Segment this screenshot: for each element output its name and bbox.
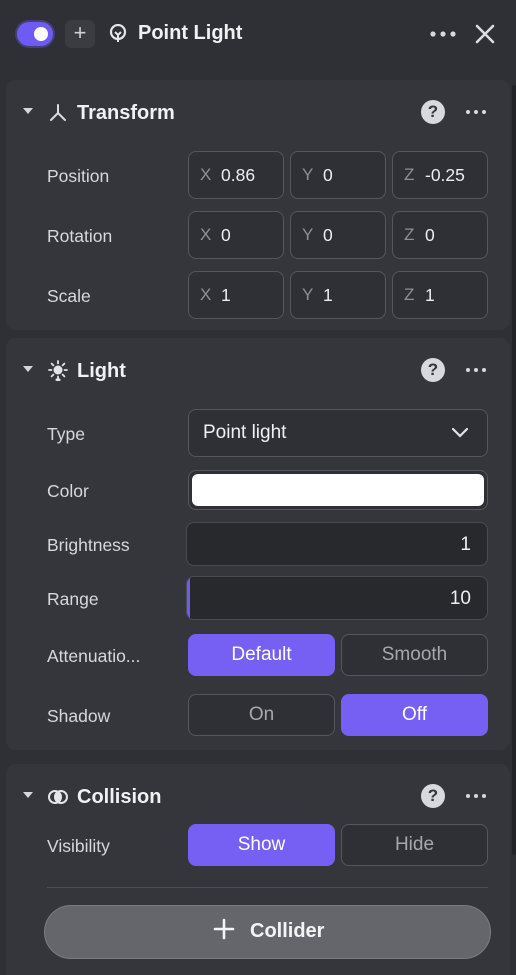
field-value: 0.86 [221,165,256,185]
help-icon[interactable]: ? [421,100,445,124]
position-y-field[interactable]: Y 0 [290,151,386,199]
light-icon [48,360,68,381]
transform-section: Transform ? Position X 0.86 Y 0 Z -0.25 … [6,80,510,330]
attenuation-default-button[interactable]: Default [188,634,335,676]
rotation-label: Rotation [47,226,113,246]
scale-z-field[interactable]: Z 1 [392,271,488,319]
field-value: 1 [323,285,333,305]
range-slider-field[interactable]: 10 [186,576,488,620]
collapse-caret-icon[interactable] [23,108,33,114]
rotation-z-field[interactable]: Z 0 [392,211,488,259]
field-value: 0 [221,225,231,245]
color-swatch[interactable] [188,470,488,510]
add-collider-button[interactable]: Collider [44,905,491,959]
shadow-off-button[interactable]: Off [341,694,488,736]
axis-label: Y [302,225,314,244]
more-icon[interactable] [465,105,487,119]
divider [47,887,488,888]
field-value: 0 [323,165,333,185]
axis-label: X [200,285,212,304]
field-value: 1 [221,285,231,305]
attenuation-smooth-button[interactable]: Smooth [341,634,488,676]
axis-label: Z [404,285,415,304]
scale-y-field[interactable]: Y 1 [290,271,386,319]
add-collider-label: Collider [250,920,325,942]
field-value: 10 [449,588,471,609]
enable-toggle[interactable] [17,22,53,46]
collision-header[interactable]: Collision ? [6,764,510,828]
light-header[interactable]: Light ? [6,338,510,402]
shadow-label: Shadow [47,706,111,726]
position-z-field[interactable]: Z -0.25 [392,151,488,199]
field-value: 0 [425,225,435,245]
transform-header[interactable]: Transform ? [6,80,510,144]
type-label: Type [47,424,85,444]
toggle-knob [34,27,48,41]
bulb-icon [109,24,127,42]
collision-icon [48,790,68,804]
chevron-down-icon [451,427,469,438]
field-value: 0 [323,225,333,245]
light-type-dropdown[interactable]: Point light [188,409,488,457]
more-icon[interactable] [429,26,457,42]
rotation-x-field[interactable]: X 0 [188,211,284,259]
visibility-label: Visibility [47,836,110,856]
more-icon[interactable] [465,363,487,377]
position-label: Position [47,166,110,186]
help-icon[interactable]: ? [421,784,445,808]
panel-header: + Point Light [0,0,516,68]
dropdown-value: Point light [203,422,287,443]
add-component-button[interactable]: + [65,20,95,48]
collapse-caret-icon[interactable] [23,792,33,798]
axis-label: Y [302,285,314,304]
axis-label: Z [404,165,415,184]
axis-label: X [200,225,212,244]
shadow-on-button[interactable]: On [188,694,335,736]
field-value: 1 [425,285,435,305]
axis-label: X [200,165,212,184]
rotation-y-field[interactable]: Y 0 [290,211,386,259]
scale-x-field[interactable]: X 1 [188,271,284,319]
color-swatch-fill [192,474,484,506]
collision-section: Collision ? Visibility Show Hide Collide… [6,764,510,975]
more-icon[interactable] [465,789,487,803]
range-fill-bar [187,577,191,619]
visibility-show-button[interactable]: Show [188,824,335,866]
light-section: Light ? Type Point light Color Brightnes… [6,338,510,750]
brightness-field[interactable]: 1 [186,522,488,566]
attenuation-label: Attenuatio... [47,646,141,666]
transform-icon [50,104,66,121]
plus-icon [213,918,235,940]
scale-label: Scale [47,286,91,306]
light-title: Light [77,360,126,382]
field-value: 1 [460,534,471,555]
scrollbar[interactable] [512,85,516,855]
axis-label: Y [302,165,314,184]
close-icon[interactable] [473,22,497,46]
page-title: Point Light [138,22,243,44]
position-x-field[interactable]: X 0.86 [188,151,284,199]
color-label: Color [47,481,89,501]
help-icon[interactable]: ? [421,358,445,382]
axis-label: Z [404,225,415,244]
field-value: -0.25 [425,165,465,185]
visibility-hide-button[interactable]: Hide [341,824,488,866]
transform-title: Transform [77,102,175,124]
collapse-caret-icon[interactable] [23,366,33,372]
collision-title: Collision [77,786,162,808]
range-label: Range [47,589,99,609]
brightness-label: Brightness [47,535,130,555]
